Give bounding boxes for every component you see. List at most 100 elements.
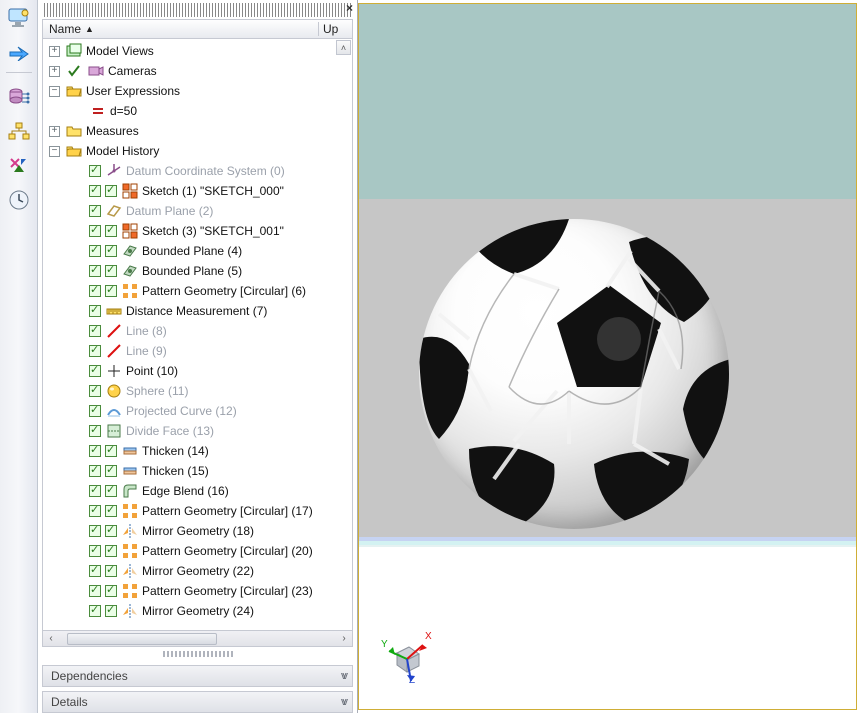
- tree-label: Line (8): [126, 324, 167, 338]
- checkbox[interactable]: [89, 605, 101, 617]
- tree-node-history-item[interactable]: ·Mirror Geometry (18): [47, 521, 352, 541]
- checkbox[interactable]: [89, 485, 101, 497]
- collapse-icon[interactable]: −: [49, 146, 60, 157]
- checkbox[interactable]: [89, 265, 101, 277]
- checkbox[interactable]: [89, 385, 101, 397]
- tree-column-header[interactable]: Name ▲ Up: [42, 19, 353, 39]
- tree-node-history-item[interactable]: ·Pattern Geometry [Circular] (23): [47, 581, 352, 601]
- tree-node-history-item[interactable]: ·Thicken (15): [47, 461, 352, 481]
- tree-node-history-item[interactable]: ·Pattern Geometry [Circular] (6): [47, 281, 352, 301]
- tree-node-history-item[interactable]: ·Pattern Geometry [Circular] (17): [47, 501, 352, 521]
- checkbox[interactable]: [89, 525, 101, 537]
- checkbox[interactable]: [89, 225, 101, 237]
- checkbox[interactable]: [89, 185, 101, 197]
- checkbox[interactable]: [105, 445, 117, 457]
- checkbox[interactable]: [89, 305, 101, 317]
- axis-x-label: X: [425, 631, 432, 642]
- checkbox[interactable]: [89, 545, 101, 557]
- checkbox[interactable]: [105, 605, 117, 617]
- checkbox[interactable]: [105, 545, 117, 557]
- checkbox[interactable]: [89, 465, 101, 477]
- graphics-viewport[interactable]: X Y Z: [358, 3, 857, 710]
- tree-node-history-item[interactable]: ·Thicken (14): [47, 441, 352, 461]
- tree-node-history-item[interactable]: ·Sketch (1) "SKETCH_000": [47, 181, 352, 201]
- tree-node-user-expressions[interactable]: − User Expressions: [47, 81, 352, 101]
- scrollbar-thumb[interactable]: [67, 633, 217, 645]
- model-soccer-ball[interactable]: [419, 219, 729, 529]
- panel-resize-grip[interactable]: [42, 651, 353, 661]
- checkbox[interactable]: [105, 505, 117, 517]
- checkbox[interactable]: [89, 165, 101, 177]
- scrollbar-track[interactable]: [59, 632, 336, 646]
- tree-node-history-item[interactable]: ·Sphere (11): [47, 381, 352, 401]
- axis-y-label: Y: [381, 639, 388, 650]
- toolbar-btn-forward[interactable]: [4, 38, 34, 66]
- checkbox[interactable]: [89, 205, 101, 217]
- tree-node-history-item[interactable]: ·Projected Curve (12): [47, 401, 352, 421]
- tree-node-cameras[interactable]: + Cameras: [47, 61, 352, 81]
- checkbox[interactable]: [89, 245, 101, 257]
- toolbar-btn-assembly-navigator[interactable]: [4, 118, 34, 146]
- checkbox[interactable]: [89, 405, 101, 417]
- tree-node-history-item[interactable]: ·Datum Plane (2): [47, 201, 352, 221]
- panel-drag-handle[interactable]: ×: [44, 3, 351, 17]
- checkbox[interactable]: [105, 585, 117, 597]
- tree-node-model-views[interactable]: + Model Views: [47, 41, 352, 61]
- tree-scroll-area[interactable]: + Model Views + Cameras: [43, 39, 352, 630]
- viewport-background-upper: [359, 4, 856, 199]
- checkbox[interactable]: [105, 285, 117, 297]
- collapse-icon[interactable]: −: [49, 86, 60, 97]
- tree-node-history-item[interactable]: ·Mirror Geometry (22): [47, 561, 352, 581]
- checkbox[interactable]: [89, 345, 101, 357]
- tree-node-history-item[interactable]: ·Distance Measurement (7): [47, 301, 352, 321]
- tree-node-history-item[interactable]: ·Mirror Geometry (24): [47, 601, 352, 621]
- view-triad[interactable]: X Y Z: [379, 625, 439, 685]
- tree-node-history-item[interactable]: ·Bounded Plane (4): [47, 241, 352, 261]
- expand-icon[interactable]: +: [49, 46, 60, 57]
- checkbox[interactable]: [89, 505, 101, 517]
- checkbox[interactable]: [89, 325, 101, 337]
- checkbox[interactable]: [105, 225, 117, 237]
- tree-node-expression[interactable]: · d=50: [47, 101, 352, 121]
- section-dependencies[interactable]: Dependencies vv: [42, 665, 353, 687]
- tree-node-history-item[interactable]: ·Point (10): [47, 361, 352, 381]
- tree-node-model-history[interactable]: − Model History: [47, 141, 352, 161]
- tree-node-history-item[interactable]: ·Edge Blend (16): [47, 481, 352, 501]
- tree-node-history-item[interactable]: ·Datum Coordinate System (0): [47, 161, 352, 181]
- left-toolbar: [0, 0, 38, 713]
- expand-icon[interactable]: +: [49, 66, 60, 77]
- checkbox[interactable]: [105, 485, 117, 497]
- tree-label: Pattern Geometry [Circular] (17): [142, 504, 313, 518]
- checkbox[interactable]: [89, 445, 101, 457]
- checkbox[interactable]: [105, 525, 117, 537]
- tree-node-measures[interactable]: + Measures: [47, 121, 352, 141]
- checkbox[interactable]: [89, 425, 101, 437]
- tree-label: Pattern Geometry [Circular] (23): [142, 584, 313, 598]
- close-icon[interactable]: ×: [346, 1, 353, 15]
- checkbox[interactable]: [89, 585, 101, 597]
- checkbox[interactable]: [105, 245, 117, 257]
- toolbar-btn-constraint[interactable]: [4, 152, 34, 180]
- tree-node-history-item[interactable]: ·Sketch (3) "SKETCH_001": [47, 221, 352, 241]
- checkbox[interactable]: [89, 365, 101, 377]
- scroll-left-icon[interactable]: ‹: [43, 633, 59, 644]
- tree-node-history-item[interactable]: ·Line (9): [47, 341, 352, 361]
- checkbox[interactable]: [105, 185, 117, 197]
- section-details[interactable]: Details vv: [42, 691, 353, 713]
- horizontal-scrollbar[interactable]: ‹ ›: [43, 630, 352, 646]
- tree-node-history-item[interactable]: ·Pattern Geometry [Circular] (20): [47, 541, 352, 561]
- toolbar-btn-part-navigator[interactable]: [4, 84, 34, 112]
- checkbox[interactable]: [105, 465, 117, 477]
- tree-node-history-item[interactable]: ·Divide Face (13): [47, 421, 352, 441]
- tree-node-history-item[interactable]: ·Bounded Plane (5): [47, 261, 352, 281]
- toolbar-btn-history[interactable]: [4, 186, 34, 214]
- part-navigator-panel: × Name ▲ Up ˄ + Model: [38, 0, 358, 713]
- checkbox[interactable]: [105, 265, 117, 277]
- checkbox[interactable]: [89, 565, 101, 577]
- expand-icon[interactable]: +: [49, 126, 60, 137]
- checkbox[interactable]: [89, 285, 101, 297]
- checkbox[interactable]: [105, 565, 117, 577]
- toolbar-btn-monitor[interactable]: [4, 4, 34, 32]
- scroll-right-icon[interactable]: ›: [336, 633, 352, 644]
- tree-node-history-item[interactable]: ·Line (8): [47, 321, 352, 341]
